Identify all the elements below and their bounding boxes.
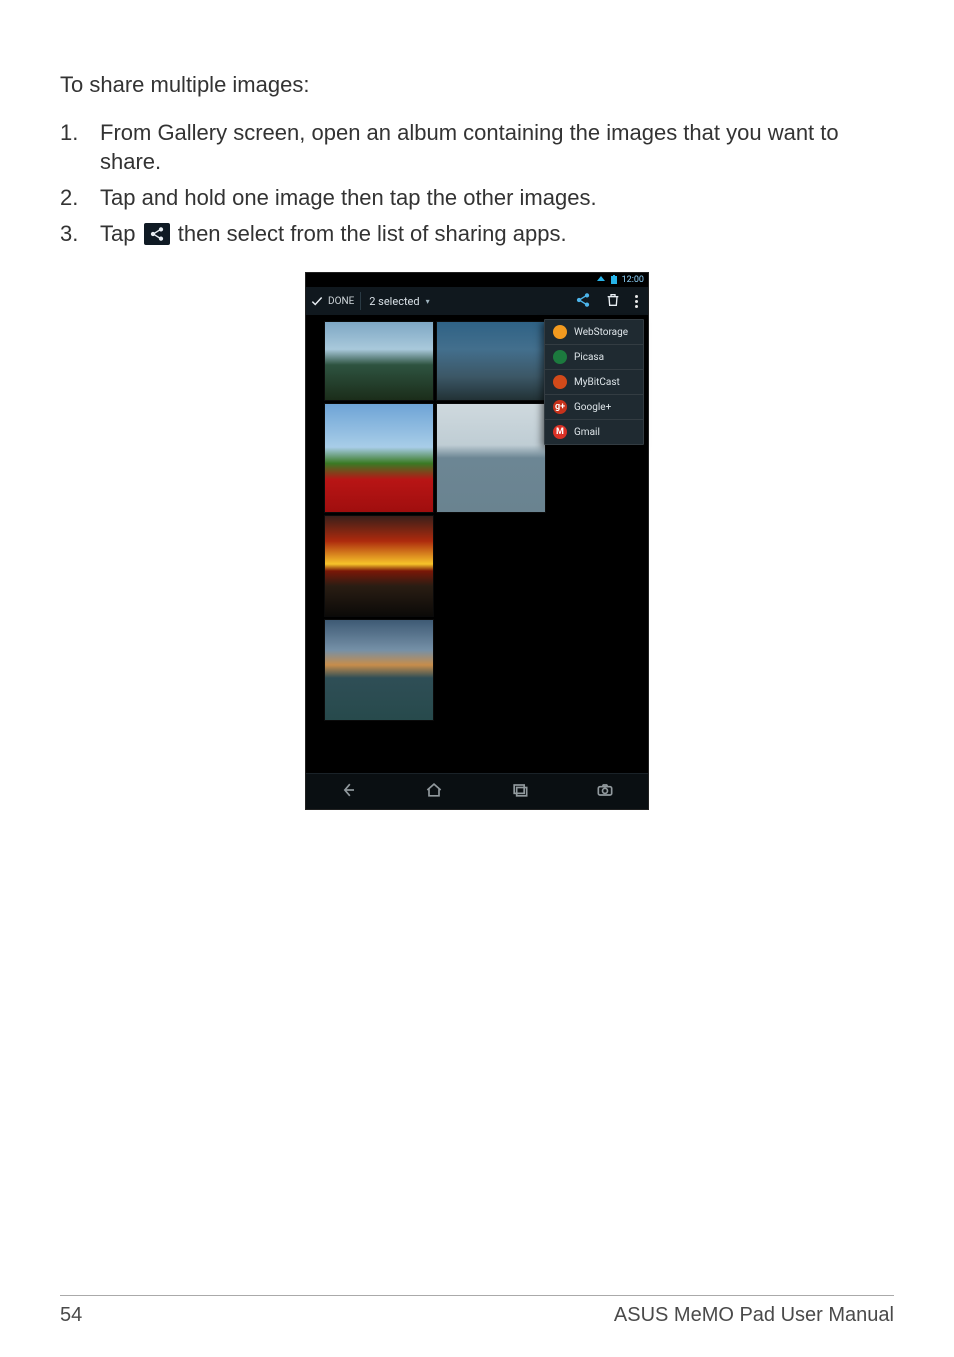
recent-apps-button[interactable] [510,780,530,804]
notification-icon [596,275,606,285]
device-screenshot: 12:00 DONE 2 selected ▾ [305,272,649,810]
gallery-thumbnail[interactable] [324,515,434,617]
gallery-thumbnail[interactable] [436,321,546,401]
share-menu-item-mybitcast[interactable]: MyBitCast [545,370,643,395]
share-button[interactable] [575,292,591,311]
back-button[interactable] [339,780,359,804]
step-number: 1. [60,118,100,177]
share-menu-label: Gmail [574,427,600,438]
gallery-thumbnail[interactable] [324,619,434,721]
gallery-thumbnail[interactable] [436,403,546,513]
googleplus-icon: g+ [553,400,567,414]
status-bar: 12:00 [306,273,648,287]
selection-count-dropdown[interactable]: 2 selected ▾ [369,295,575,308]
step-item: 3. Tap then select from the list of shar… [60,219,894,249]
step-text: Tap then select from the list of sharing… [100,219,894,249]
page-number: 54 [60,1304,82,1327]
system-navbar [306,773,648,809]
share-menu-item-googleplus[interactable]: g+ Google+ [545,395,643,420]
step-number: 3. [60,219,100,249]
step-text-post: then select from the list of sharing app… [178,221,567,246]
done-check-icon[interactable] [306,294,328,308]
webstorage-icon [553,325,567,339]
chevron-down-icon: ▾ [426,297,430,306]
selection-count-label: 2 selected [369,295,419,308]
step-item: 2. Tap and hold one image then tap the o… [60,183,894,213]
share-menu-item-gmail[interactable]: M Gmail [545,420,643,444]
share-menu-label: Google+ [574,402,611,413]
share-menu: WebStorage Picasa MyBitCast g+ Google+ M… [544,319,644,445]
share-menu-item-webstorage[interactable]: WebStorage [545,320,643,345]
done-label[interactable]: DONE [328,296,354,307]
share-menu-label: Picasa [574,352,604,363]
gmail-icon: M [553,425,567,439]
step-text: From Gallery screen, open an album conta… [100,118,894,177]
delete-button[interactable] [605,292,621,311]
selection-topbar: DONE 2 selected ▾ [306,287,648,315]
step-text-pre: Tap [100,221,142,246]
share-menu-item-picasa[interactable]: Picasa [545,345,643,370]
gallery-thumbnail[interactable] [324,321,434,401]
gallery-thumbnail[interactable] [324,403,434,513]
battery-icon [610,275,618,285]
step-text: Tap and hold one image then tap the othe… [100,183,894,213]
share-menu-label: WebStorage [574,327,628,338]
mybitcast-icon [553,375,567,389]
step-number: 2. [60,183,100,213]
manual-title: ASUS MeMO Pad User Manual [614,1304,894,1327]
page-footer: 54 ASUS MeMO Pad User Manual [60,1295,894,1327]
screenshot-button[interactable] [595,780,615,804]
steps-list: 1. From Gallery screen, open an album co… [60,118,894,249]
intro-text: To share multiple images: [60,70,894,100]
step-item: 1. From Gallery screen, open an album co… [60,118,894,177]
topbar-separator [360,292,361,310]
overflow-menu-button[interactable] [635,295,638,308]
gallery-grid: WebStorage Picasa MyBitCast g+ Google+ M… [306,315,648,773]
home-button[interactable] [424,780,444,804]
status-time: 12:00 [622,275,644,285]
picasa-icon [553,350,567,364]
share-menu-label: MyBitCast [574,377,620,388]
share-icon [144,223,170,245]
